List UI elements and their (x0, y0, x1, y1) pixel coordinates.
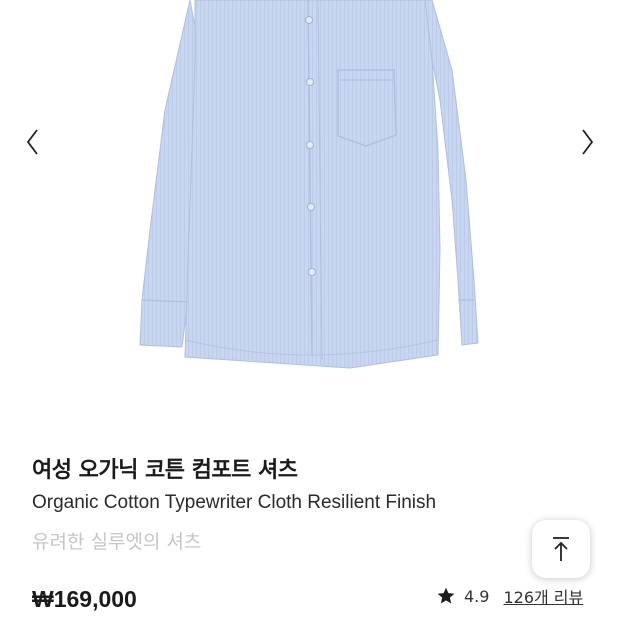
chevron-right-icon (582, 129, 594, 155)
scroll-to-top-button[interactable] (532, 520, 590, 578)
product-image (139, 0, 479, 369)
next-image-button[interactable] (568, 120, 608, 164)
product-title-korean: 여성 오가닉 코튼 컴포트 셔츠 (32, 458, 298, 483)
rating-value: 4.9 (464, 586, 490, 606)
prev-image-button[interactable] (12, 120, 52, 164)
product-price: ₩169,000 (32, 586, 137, 612)
star-icon (437, 587, 455, 604)
review-count-link[interactable]: 126개 리뷰 (503, 584, 583, 608)
product-subtitle: 유려한 실루엣의 셔츠 (32, 531, 202, 553)
product-title-english: Organic Cotton Typewriter Cloth Resilien… (32, 492, 437, 513)
arrow-up-icon (553, 537, 569, 561)
chevron-left-icon (26, 129, 38, 155)
rating-summary: 4.9 126개 리뷰 (436, 584, 583, 608)
product-image-gallery[interactable] (0, 0, 620, 402)
